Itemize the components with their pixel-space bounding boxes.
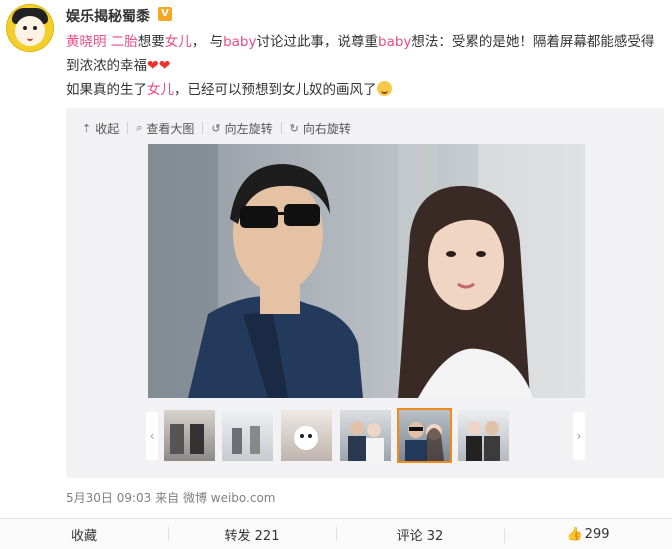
- rotate-left-label: 向左旋转: [224, 121, 273, 136]
- main-photo-illustration: [148, 144, 585, 398]
- post-meta: 5月30日 09:03 来自 微博 weibo.com: [66, 489, 276, 506]
- comment-label: 评论 32: [396, 528, 444, 544]
- collapse-arrow-icon: ⇡: [82, 121, 92, 135]
- media-viewer: ⇡ 收起 ⌕ 查看大图 ↺ 向左旋转 ↻ 向右旋转 ‹ ›: [66, 108, 664, 478]
- view-large-label: 查看大图: [146, 121, 195, 136]
- post-text-span: ，已经可以预想到女儿奴的画风了: [174, 82, 377, 98]
- thumbnail-illustration: [348, 421, 384, 461]
- action-bar: 收藏 转发 221 评论 32 👍 299: [0, 518, 672, 549]
- post-text-span: ， 与: [191, 34, 224, 50]
- post-text: 黄晓明 二胎想要女儿， 与baby讨论过此事，说尊重baby想法：受累的是她！隔…: [66, 30, 666, 102]
- post-line-2: 到浓浓的幸福❤❤: [66, 54, 666, 78]
- post-text-span: 到浓浓的幸福: [66, 58, 147, 74]
- keyword-link[interactable]: 女儿: [165, 34, 192, 50]
- hashtag-link[interactable]: 黄晓明: [66, 34, 107, 50]
- post-text-span: 想法：受累的是她！隔着屏幕都能感受得: [411, 34, 655, 50]
- thumbnail-illustration: [170, 424, 204, 454]
- collapse-label: 收起: [95, 121, 120, 136]
- thumb-prev-arrow-icon[interactable]: ‹: [146, 412, 158, 460]
- main-photo[interactable]: [148, 144, 585, 398]
- hashtag-link[interactable]: 二胎: [111, 34, 138, 50]
- post-text-span: 讨论过此事，说尊重: [256, 34, 379, 50]
- avatar-eye: [23, 26, 27, 30]
- keyword-link[interactable]: baby: [378, 34, 411, 50]
- toolbar-divider: [280, 122, 282, 134]
- favorite-button[interactable]: 收藏: [0, 525, 168, 544]
- thumb-next-arrow-icon[interactable]: ›: [573, 412, 585, 460]
- toolbar-divider: [127, 122, 129, 134]
- rotate-left-button[interactable]: ↺ 向左旋转: [211, 120, 272, 137]
- thumbnail[interactable]: [281, 410, 332, 461]
- view-large-button[interactable]: ⌕ 查看大图: [136, 120, 194, 137]
- timestamp-link[interactable]: 5月30日 09:03: [66, 491, 151, 505]
- post-line-3: 如果真的生了女儿，已经可以预想到女儿奴的画风了: [66, 78, 666, 102]
- thumbnail-illustration: [466, 421, 500, 461]
- avatar-eye: [33, 26, 37, 30]
- post-text-span: 想要: [137, 34, 165, 50]
- thumbnail[interactable]: [340, 410, 391, 461]
- avatar[interactable]: [6, 4, 54, 52]
- toolbar-divider: [202, 122, 204, 134]
- avatar-face: [15, 16, 45, 46]
- verified-badge-icon: V: [158, 7, 172, 21]
- keyword-link[interactable]: baby: [223, 34, 256, 50]
- search-icon: ⌕: [136, 121, 143, 134]
- thumbnail[interactable]: [164, 410, 215, 461]
- rotate-right-icon: ↻: [289, 121, 299, 135]
- favorite-label: 收藏: [70, 528, 97, 544]
- thumbnail-illustration: [294, 426, 318, 450]
- keyword-link[interactable]: 女儿: [147, 82, 174, 98]
- comment-button[interactable]: 评论 32: [336, 525, 504, 544]
- repost-label: 转发 221: [224, 528, 280, 544]
- rotate-right-button[interactable]: ↻ 向右旋转: [290, 120, 351, 137]
- heart-icon: ❤❤: [147, 58, 171, 74]
- post-text-span: 如果真的生了: [66, 82, 147, 98]
- username[interactable]: 娱乐揭秘蜀黍: [66, 6, 150, 26]
- thumbnail[interactable]: [222, 410, 273, 461]
- collapse-button[interactable]: ⇡ 收起: [82, 120, 119, 137]
- source-link[interactable]: 来自 微博 weibo.com: [155, 491, 275, 505]
- rotate-right-label: 向右旋转: [302, 121, 351, 136]
- repost-button[interactable]: 转发 221: [168, 525, 336, 544]
- thumbs-up-icon: 👍: [566, 526, 583, 542]
- post-line-1: 黄晓明 二胎想要女儿， 与baby讨论过此事，说尊重baby想法：受累的是她！隔…: [66, 30, 666, 54]
- thumbnail-illustration: [232, 426, 260, 454]
- like-count: 299: [584, 526, 610, 542]
- media-toolbar: ⇡ 收起 ⌕ 查看大图 ↺ 向左旋转 ↻ 向右旋转: [82, 120, 351, 136]
- thumbnail-illustration: [405, 422, 444, 461]
- like-button[interactable]: 👍 299: [504, 526, 672, 543]
- thumbnail[interactable]: [458, 410, 509, 461]
- laugh-emoji-icon: [376, 81, 392, 96]
- thumbnail-active[interactable]: [397, 408, 452, 463]
- rotate-left-icon: ↺: [211, 121, 221, 135]
